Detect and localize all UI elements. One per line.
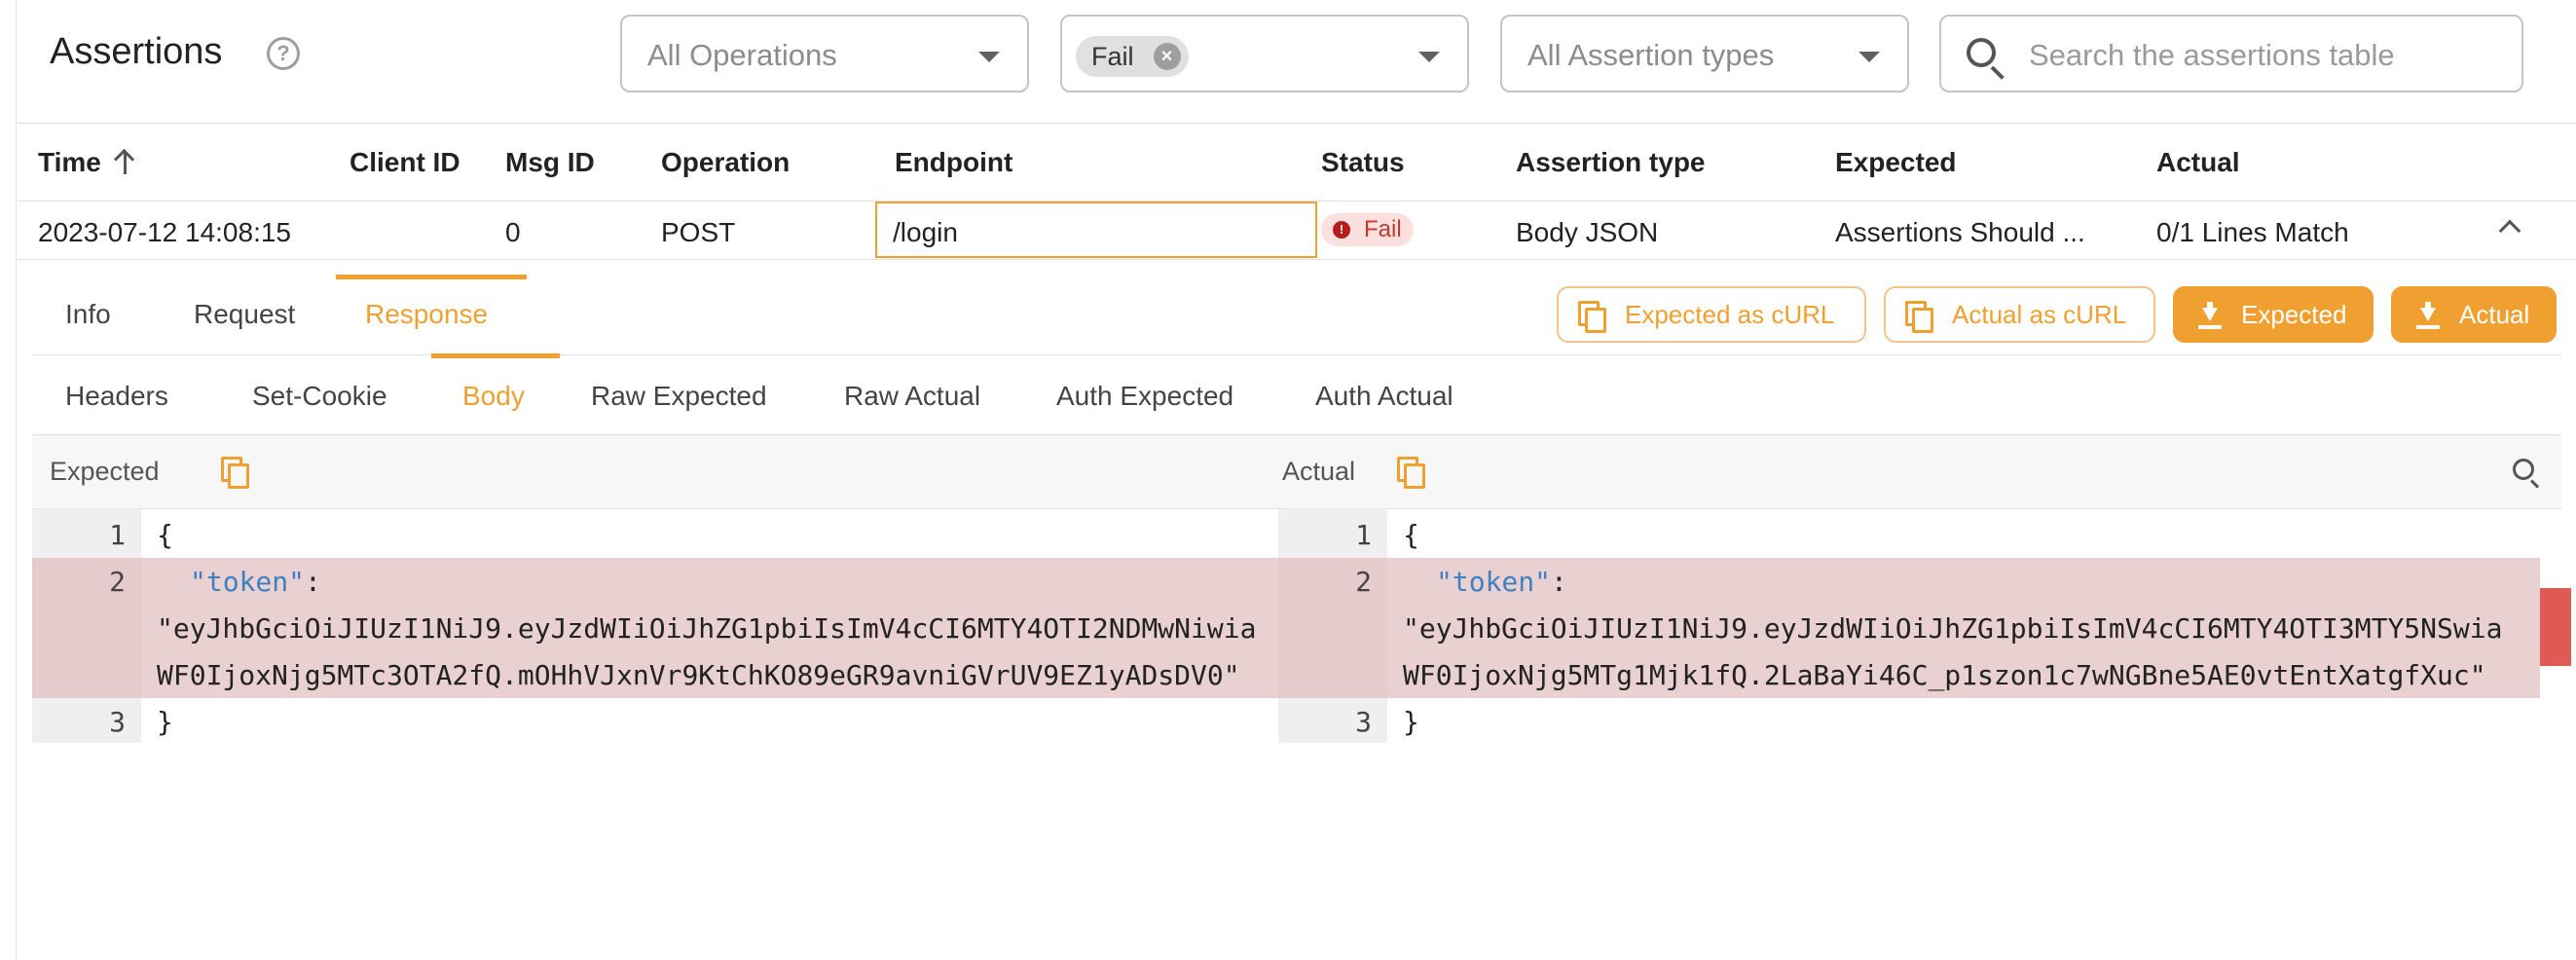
chevron-down-icon xyxy=(978,52,1000,62)
code-line: { xyxy=(1403,519,1419,551)
assertions-panel: Assertions ? All Operations Fail × All A… xyxy=(16,0,2576,960)
chevron-up-icon[interactable] xyxy=(2498,219,2521,242)
column-header-expected[interactable]: Expected xyxy=(1835,147,1957,178)
code-line: } xyxy=(157,706,173,738)
line-number: 2 xyxy=(109,566,126,598)
active-subtab-indicator xyxy=(431,353,560,358)
subtab-body[interactable]: Body xyxy=(462,381,525,412)
actual-code-pane: 1 2 3 { "token": "eyJhbGciOiJIUzI1NiJ9.e… xyxy=(1278,509,2540,743)
table-header: Time Client ID Msg ID Operation Endpoint… xyxy=(17,124,2576,202)
copy-expected-icon[interactable] xyxy=(221,457,249,489)
line-number: 1 xyxy=(109,519,126,551)
search-icon[interactable] xyxy=(2513,459,2534,480)
page-title: Assertions xyxy=(50,31,223,72)
line-number: 3 xyxy=(1355,706,1372,738)
assertion-types-filter-select[interactable]: All Assertion types xyxy=(1500,15,1909,92)
column-header-client-id[interactable]: Client ID xyxy=(350,147,460,178)
tab-info[interactable]: Info xyxy=(65,299,111,330)
code-line: "token": xyxy=(1436,566,1567,598)
download-expected-button[interactable]: Expected xyxy=(2173,286,2374,343)
detail-tabs: Info Request Response Expected as cURL A… xyxy=(32,260,2561,355)
assertion-types-placeholder: All Assertion types xyxy=(1527,38,1775,72)
subtab-headers[interactable]: Headers xyxy=(65,381,168,412)
subtab-raw-actual[interactable]: Raw Actual xyxy=(844,381,980,412)
cell-time: 2023-07-12 14:08:15 xyxy=(38,217,291,247)
search-icon xyxy=(1967,38,1996,67)
chevron-down-icon xyxy=(1418,52,1440,62)
status-chip-label: Fail xyxy=(1091,42,1134,71)
code-line: "eyJhbGciOiJIUzI1NiJ9.eyJzdWIiOiJhZG1pbi… xyxy=(1403,612,2503,645)
cell-assertion-type: Body JSON xyxy=(1516,217,1659,247)
code-line: WF0IjoxNjg5MTc3OTA2fQ.mOHhVJxnVr9KtChKO8… xyxy=(157,659,1240,691)
download-icon xyxy=(2198,302,2222,329)
response-subtabs: Headers Set-Cookie Body Raw Expected Raw… xyxy=(32,353,2561,435)
column-header-assertion-type[interactable]: Assertion type xyxy=(1516,147,1706,178)
cell-expected: Assertions Should ... xyxy=(1835,217,2085,247)
column-header-operation[interactable]: Operation xyxy=(661,147,790,178)
search-input[interactable]: Search the assertions table xyxy=(1939,15,2523,92)
status-badge: ! Fail xyxy=(1321,213,1414,246)
cell-actual: 0/1 Lines Match xyxy=(2156,217,2349,247)
diff-header: Expected Actual xyxy=(32,435,2561,509)
tab-response[interactable]: Response xyxy=(365,299,488,330)
expected-pane-label: Expected xyxy=(50,457,160,486)
column-header-time[interactable]: Time xyxy=(38,147,134,178)
copy-icon xyxy=(1905,301,1933,333)
column-header-endpoint[interactable]: Endpoint xyxy=(895,147,1012,178)
actual-as-curl-button[interactable]: Actual as cURL xyxy=(1884,286,2155,343)
cell-operation: POST xyxy=(661,217,736,247)
subtab-auth-expected[interactable]: Auth Expected xyxy=(1056,381,1233,412)
column-header-actual[interactable]: Actual xyxy=(2156,147,2240,178)
code-line: } xyxy=(1403,706,1419,738)
sort-ascending-icon xyxy=(115,149,134,174)
cell-endpoint[interactable]: /login xyxy=(875,202,1317,258)
active-tab-indicator xyxy=(336,275,527,279)
error-icon: ! xyxy=(1333,221,1350,239)
help-icon[interactable]: ? xyxy=(267,37,300,70)
search-placeholder: Search the assertions table xyxy=(2029,38,2395,72)
code-line: "eyJhbGciOiJIUzI1NiJ9.eyJzdWIiOiJhZG1pbi… xyxy=(157,612,1257,645)
table-row[interactable]: 2023-07-12 14:08:15 0 POST /login ! Fail… xyxy=(17,202,2576,260)
column-header-msg-id[interactable]: Msg ID xyxy=(505,147,595,178)
assertions-toolbar: Assertions ? All Operations Fail × All A… xyxy=(17,0,2576,124)
actual-pane-label: Actual xyxy=(1282,457,1356,486)
expected-as-curl-button[interactable]: Expected as cURL xyxy=(1557,286,1866,343)
column-header-status[interactable]: Status xyxy=(1321,147,1405,178)
subtab-set-cookie[interactable]: Set-Cookie xyxy=(252,381,387,412)
tab-request[interactable]: Request xyxy=(194,299,295,330)
code-line: "token": xyxy=(190,566,321,598)
operations-filter-placeholder: All Operations xyxy=(647,38,837,72)
line-number: 2 xyxy=(1355,566,1372,598)
copy-actual-icon[interactable] xyxy=(1397,457,1425,489)
line-number: 1 xyxy=(1355,519,1372,551)
chevron-down-icon xyxy=(1858,52,1880,62)
chip-remove-icon[interactable]: × xyxy=(1153,43,1181,70)
status-filter-chip: Fail × xyxy=(1076,36,1189,77)
expected-code-pane: 1 2 3 { "token": "eyJhbGciOiJIUzI1NiJ9.e… xyxy=(32,509,1294,743)
download-icon xyxy=(2416,302,2440,329)
operations-filter-select[interactable]: All Operations xyxy=(620,15,1029,92)
diff-scrollbar-marker[interactable] xyxy=(2540,588,2571,666)
subtab-raw-expected[interactable]: Raw Expected xyxy=(591,381,767,412)
code-line: { xyxy=(157,519,173,551)
code-line: WF0IjoxNjg5MTg1Mjk1fQ.2LaBaYi46C_p1szon1… xyxy=(1403,659,2486,691)
copy-icon xyxy=(1578,301,1606,333)
line-number: 3 xyxy=(109,706,126,738)
cell-msg-id: 0 xyxy=(505,217,521,247)
download-actual-button[interactable]: Actual xyxy=(2391,286,2557,343)
status-filter-select[interactable]: Fail × xyxy=(1060,15,1469,92)
subtab-auth-actual[interactable]: Auth Actual xyxy=(1315,381,1454,412)
